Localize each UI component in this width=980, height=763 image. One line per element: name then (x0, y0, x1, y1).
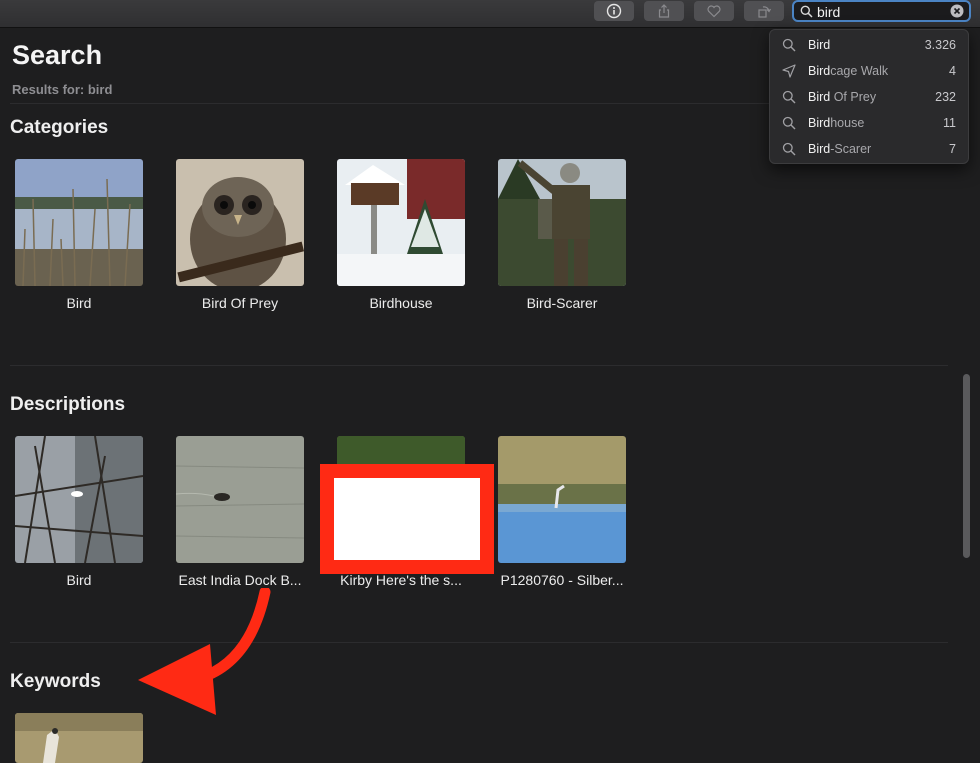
description-label: Bird (66, 572, 92, 588)
location-icon (782, 64, 796, 78)
suggestion-match: Bird (808, 116, 831, 130)
suggestion-item[interactable]: Bird Of Prey 232 (770, 84, 968, 110)
suggestion-item[interactable]: Bird 3.326 (770, 32, 968, 58)
suggestion-item[interactable]: Birdhouse 11 (770, 110, 968, 136)
category-label: Birdhouse (369, 295, 433, 311)
suggestion-match: Bird (808, 90, 831, 104)
thumbnail-owl[interactable] (176, 159, 304, 286)
suggestion-item[interactable]: Birdcage Walk 4 (770, 58, 968, 84)
section-title-descriptions: Descriptions (10, 394, 126, 415)
search-suggestions: Bird 3.326 Birdcage Walk 4 Bird Of Prey … (769, 29, 969, 164)
annotation-highlight-box (320, 464, 494, 574)
thumbnail-birdhouse[interactable] (337, 159, 465, 286)
toolbar (0, 0, 980, 28)
thumbnail-bird-scarer[interactable] (498, 159, 626, 286)
suggestion-match: Bird (808, 142, 831, 156)
thumbnail-keyword-bird[interactable] (15, 713, 143, 763)
info-icon (606, 3, 622, 19)
search-icon (782, 90, 796, 104)
description-label: Kirby Here's the s... (340, 572, 462, 588)
search-field[interactable] (792, 0, 971, 22)
results-subtitle: Results for: bird (12, 82, 113, 97)
section-title-categories: Categories (10, 117, 109, 138)
description-label: P1280760 - Silber... (500, 572, 624, 588)
thumbnail-bird-lake[interactable] (15, 159, 143, 286)
page-title: Search (12, 40, 103, 70)
suggestion-count: 3.326 (924, 38, 956, 52)
heart-icon (707, 5, 721, 18)
suggestion-match: Bird (808, 64, 831, 78)
share-icon (658, 4, 670, 18)
search-icon (782, 38, 796, 52)
suggestion-item[interactable]: Bird-Scarer 7 (770, 136, 968, 162)
thumbnail-bird-tree[interactable] (15, 436, 143, 563)
suggestion-count: 4 (949, 64, 956, 78)
suggestion-rest: cage Walk (830, 64, 889, 78)
suggestion-rest: Of Prey (830, 90, 877, 104)
suggestion-count: 7 (949, 142, 956, 156)
annotation-arrow-icon (138, 588, 271, 715)
share-button[interactable] (644, 1, 684, 21)
search-input[interactable] (817, 3, 947, 20)
search-icon (800, 5, 813, 18)
suggestion-count: 11 (943, 116, 956, 130)
clear-search-icon[interactable] (950, 4, 964, 18)
rotate-icon (758, 6, 772, 18)
favorite-button[interactable] (694, 1, 734, 21)
category-label: Bird-Scarer (526, 295, 598, 311)
divider (10, 365, 948, 366)
thumbnail-east-india-dock[interactable] (176, 436, 304, 563)
search-icon (782, 116, 796, 130)
suggestion-rest: -Scarer (830, 142, 872, 156)
scrollbar-thumb[interactable] (963, 374, 970, 558)
description-label: East India Dock B... (178, 572, 302, 588)
rotate-button[interactable] (744, 1, 784, 21)
thumbnail-heron[interactable] (498, 436, 626, 563)
suggestion-rest: house (830, 116, 865, 130)
info-button[interactable] (594, 1, 634, 21)
category-label: Bird Of Prey (201, 295, 279, 311)
category-label: Bird (66, 295, 92, 311)
suggestion-match: Bird (808, 38, 831, 52)
section-title-keywords: Keywords (10, 671, 101, 692)
suggestion-count: 232 (935, 90, 956, 104)
search-icon (782, 142, 796, 156)
